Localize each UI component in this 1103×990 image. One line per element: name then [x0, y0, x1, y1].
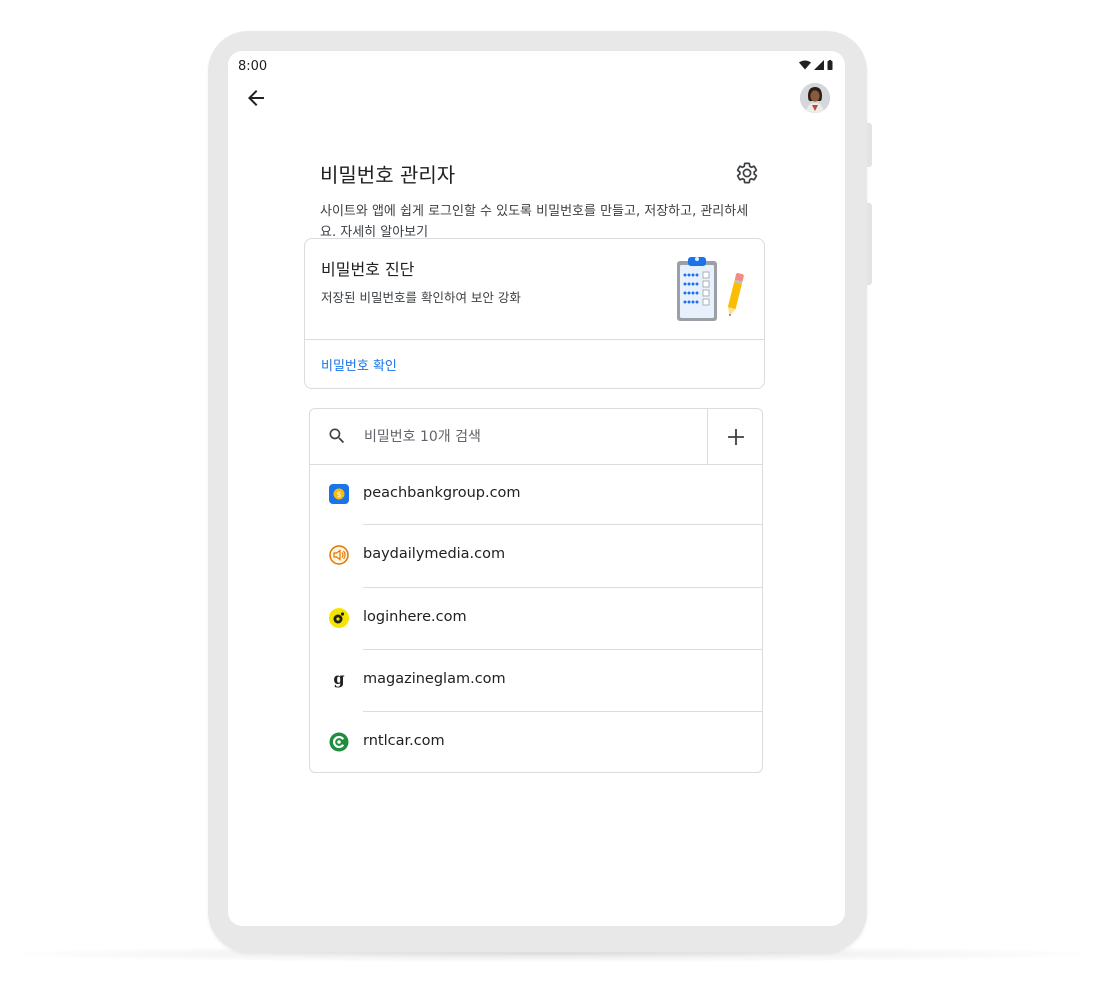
gear-icon[interactable] — [735, 161, 759, 185]
card-divider — [305, 339, 764, 340]
checkup-subtitle: 저장된 비밀번호를 확인하여 보안 강화 — [321, 290, 521, 305]
checkup-title: 비밀번호 진단 — [321, 260, 415, 279]
power-button — [867, 123, 872, 167]
clipboard-pencil-illustration — [677, 257, 744, 321]
peachbank-favicon: $ — [329, 484, 349, 504]
search-input[interactable] — [364, 425, 694, 449]
status-time: 8:00 — [238, 59, 268, 74]
battery-icon — [827, 60, 833, 70]
baydailymedia-favicon — [329, 545, 349, 565]
site-name: baydailymedia.com — [363, 546, 506, 562]
list-item[interactable]: rntlcar.com — [310, 712, 762, 772]
screen: 8:00 비밀번호 관리자 사이트와 앱에 쉽게 로그인할 수 있도록 비밀번호… — [228, 51, 845, 926]
magazineglam-favicon: g — [333, 670, 344, 688]
status-icons — [799, 60, 833, 70]
site-name: peachbankgroup.com — [363, 485, 521, 501]
list-item[interactable]: $ peachbankgroup.com — [310, 464, 762, 525]
site-name: magazineglam.com — [363, 671, 506, 687]
search-bar — [310, 409, 762, 465]
rntlcar-favicon — [329, 732, 349, 752]
arrow-back-icon[interactable] — [244, 86, 268, 110]
loginhere-favicon — [329, 608, 349, 628]
page-description: 사이트와 앱에 쉽게 로그인할 수 있도록 비밀번호를 만들고, 저장하고, 관… — [320, 201, 760, 243]
signal-icon — [814, 60, 824, 70]
search-icon — [329, 428, 345, 444]
list-item[interactable]: g magazineglam.com — [310, 650, 762, 712]
svg-text:g: g — [333, 670, 344, 688]
password-checkup-card: 비밀번호 진단 저장된 비밀번호를 확인하여 보안 강화 비밀번호 확인 — [304, 238, 765, 389]
site-name: loginhere.com — [363, 609, 467, 625]
password-list: $ peachbankgroup.com baydailymedia.com — [309, 408, 763, 773]
tablet-frame: 8:00 비밀번호 관리자 사이트와 앱에 쉽게 로그인할 수 있도록 비밀번호… — [208, 31, 872, 952]
plus-icon — [727, 428, 744, 445]
wifi-icon — [799, 60, 811, 70]
svg-text:$: $ — [336, 490, 341, 499]
page-title: 비밀번호 관리자 — [320, 163, 456, 187]
account-avatar[interactable] — [800, 83, 830, 113]
volume-button — [867, 203, 872, 285]
site-name: rntlcar.com — [363, 733, 445, 749]
list-item[interactable]: loginhere.com — [310, 588, 762, 650]
check-passwords-link[interactable]: 비밀번호 확인 — [321, 355, 397, 374]
list-item[interactable]: baydailymedia.com — [310, 525, 762, 588]
add-password-button[interactable] — [707, 409, 762, 464]
